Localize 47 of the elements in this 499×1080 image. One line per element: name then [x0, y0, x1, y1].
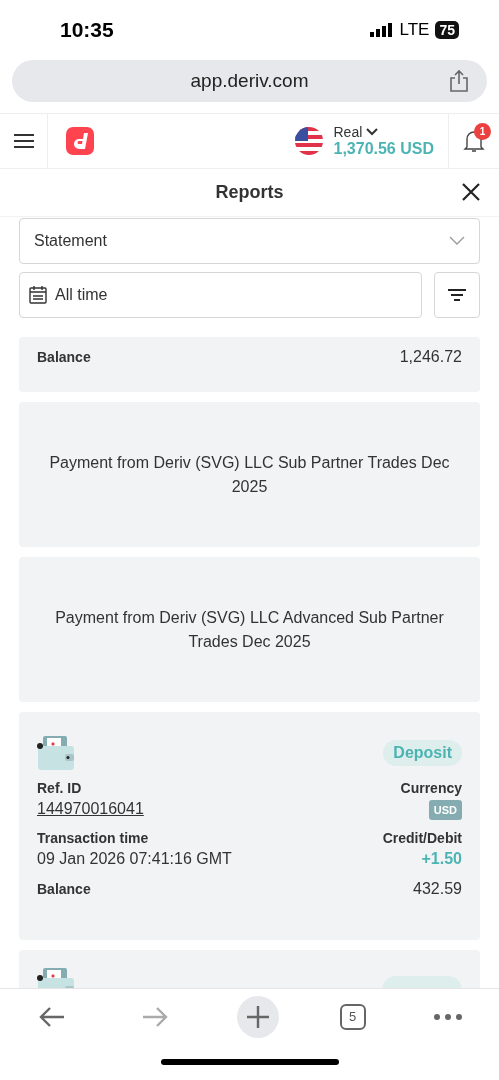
bell-icon — [463, 129, 485, 153]
transaction-time: 09 Jan 2026 07:41:16 GMT — [37, 850, 232, 868]
close-button[interactable] — [461, 182, 481, 202]
ref-id-link[interactable]: 144970016041 — [37, 800, 144, 818]
field-label: Balance — [37, 881, 91, 897]
filter-icon — [448, 288, 466, 302]
balance-value: 1,246.72 — [399, 348, 462, 366]
date-range-field[interactable]: All time — [19, 272, 422, 318]
balance-value: 432.59 — [413, 880, 462, 898]
filter-button[interactable] — [434, 272, 480, 318]
account-switcher[interactable]: Real — [333, 124, 434, 140]
payment-description: Payment from Deriv (SVG) LLC Sub Partner Trades Dec 2025 — [48, 452, 451, 497]
wallet-icon — [37, 734, 75, 772]
field-label: Transaction time — [37, 830, 149, 846]
battery-level: 75 — [435, 21, 459, 39]
account-balance: 1,370.56 USD — [333, 140, 434, 158]
arrow-left-icon — [37, 1005, 66, 1028]
chevron-down-icon — [449, 236, 465, 246]
share-button[interactable] — [447, 69, 471, 93]
plus-icon — [246, 1005, 269, 1028]
menu-icon — [13, 133, 34, 149]
transaction-type-tag: Deposit — [383, 740, 462, 766]
network-label: LTE — [399, 20, 430, 40]
field-label: Ref. ID — [37, 780, 82, 796]
more-icon — [433, 1013, 462, 1020]
field-label: Balance — [37, 349, 91, 365]
notification-count: 1 — [474, 123, 491, 140]
flag-icon — [295, 127, 324, 155]
field-label: Credit/Debit — [382, 830, 462, 846]
logo-icon — [66, 127, 94, 155]
signal-icon — [369, 23, 394, 37]
calendar-icon — [29, 286, 47, 304]
share-icon — [448, 69, 470, 93]
currency-tag: USD — [428, 800, 462, 820]
payment-description: Payment from Deriv (SVG) LLC Advanced Sub Partner Trades Dec 2025 — [54, 607, 445, 652]
notifications-button[interactable]: 1 — [449, 114, 499, 168]
tabs-button[interactable]: 5 — [339, 1003, 366, 1030]
page-title: Reports — [215, 182, 284, 203]
chevron-down-icon — [366, 128, 379, 136]
url-text: app.deriv.com — [190, 70, 309, 92]
amount-value: +1.50 — [421, 850, 462, 868]
clock: 10:35 — [60, 18, 114, 42]
report-type-dropdown[interactable]: Statement — [19, 218, 480, 264]
field-label: Currency — [400, 780, 462, 796]
address-bar[interactable]: app.deriv.com — [12, 60, 487, 102]
close-icon — [461, 182, 481, 202]
arrow-right-icon — [140, 1005, 169, 1028]
